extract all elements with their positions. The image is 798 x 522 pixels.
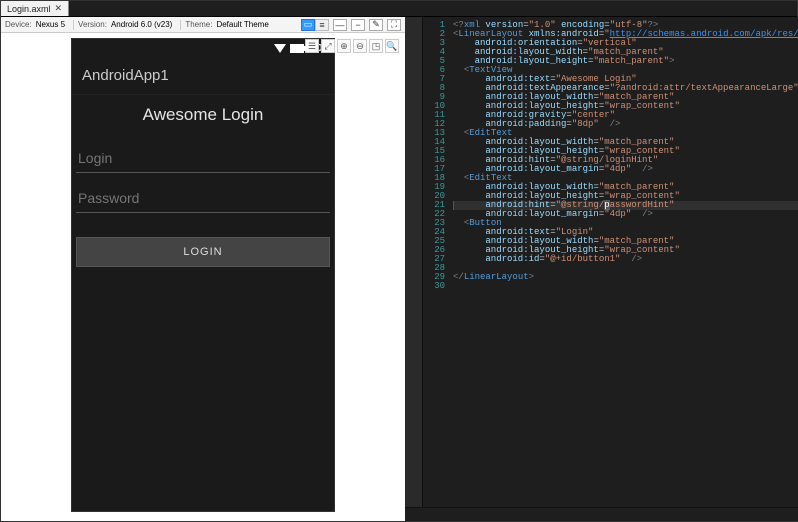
editor-tab-bar: Login.axml ✕	[1, 1, 797, 17]
device-frame-icon[interactable]: ◳	[369, 39, 383, 53]
app-title: AndroidApp1	[82, 67, 169, 84]
app-bar: AndroidApp1	[72, 57, 334, 95]
password-field[interactable]	[76, 183, 330, 213]
search-icon[interactable]: 🔍	[385, 39, 399, 53]
screen-title[interactable]: Awesome Login	[74, 105, 332, 125]
tab-login-axml[interactable]: Login.axml ✕	[1, 1, 69, 16]
code-line[interactable]: android:layout_margin="4dp" />	[453, 210, 798, 219]
code-status-bar: 100 % • ◐	[405, 507, 798, 521]
zoom-out-icon[interactable]: ⊖	[353, 39, 367, 53]
line-number-gutter[interactable]: 1234567891011121314151617181920212223242…	[423, 17, 449, 507]
breakpoint-gutter[interactable]	[405, 17, 423, 507]
battery-icon	[290, 44, 304, 53]
close-icon[interactable]: ✕	[55, 3, 63, 14]
wifi-icon	[274, 44, 286, 53]
view-mode-toggle: ▭ ≡	[301, 19, 329, 31]
code-pane: 1234567891011121314151617181920212223242…	[405, 17, 798, 521]
login-button[interactable]: LOGIN	[76, 237, 330, 267]
device-menu-icon[interactable]: ☰	[305, 39, 319, 53]
source-view-button[interactable]: ≡	[315, 19, 329, 31]
toolbar-fullscreen-button[interactable]: ⛶	[387, 19, 401, 31]
split-pane: Device: Nexus 5 Version: Android 6.0 (v2…	[1, 17, 797, 521]
code-line[interactable]: </LinearLayout>	[453, 273, 798, 282]
version-label: Version:	[78, 20, 107, 29]
version-dropdown[interactable]: Android 6.0 (v23)	[111, 20, 172, 29]
theme-dropdown[interactable]: Default Theme	[216, 20, 268, 29]
toolbar-minus-button[interactable]: −	[351, 19, 365, 31]
zoom-in-icon[interactable]: ⊕	[337, 39, 351, 53]
separator	[73, 20, 74, 30]
code-editor: 1234567891011121314151617181920212223242…	[405, 17, 798, 507]
theme-label: Theme:	[185, 20, 212, 29]
device-dropdown[interactable]: Nexus 5	[36, 20, 65, 29]
toolbar-dash-button[interactable]: —	[333, 19, 347, 31]
login-field[interactable]	[76, 143, 330, 173]
design-surface[interactable]: ☰ ⤢ ⊕ ⊖ ◳ 🔍 8:00 AndroidApp1	[1, 33, 405, 521]
device-label: Device:	[5, 20, 32, 29]
device-fit-icon[interactable]: ⤢	[321, 39, 335, 53]
status-bar: 8:00	[72, 39, 334, 57]
device-mini-toolbar: ☰ ⤢ ⊕ ⊖ ◳ 🔍	[305, 39, 399, 53]
code-area[interactable]: <?xml version="1.0" encoding="utf-8"?><L…	[449, 17, 798, 507]
tab-label: Login.axml	[7, 4, 51, 14]
device-preview: 8:00 AndroidApp1 Awesome Login LOGIN	[72, 39, 334, 511]
ide-root: Login.axml ✕ Device: Nexus 5 Version: An…	[0, 0, 798, 522]
designer-toolbar: Device: Nexus 5 Version: Android 6.0 (v2…	[1, 17, 405, 33]
toolbar-edit-button[interactable]: ✎	[369, 19, 383, 31]
code-line[interactable]	[453, 282, 798, 291]
design-view-button[interactable]: ▭	[301, 19, 315, 31]
code-line[interactable]: android:id="@+id/button1" />	[453, 255, 798, 264]
login-screen: Awesome Login LOGIN	[72, 95, 334, 511]
designer-pane: Device: Nexus 5 Version: Android 6.0 (v2…	[1, 17, 405, 521]
separator	[180, 20, 181, 30]
